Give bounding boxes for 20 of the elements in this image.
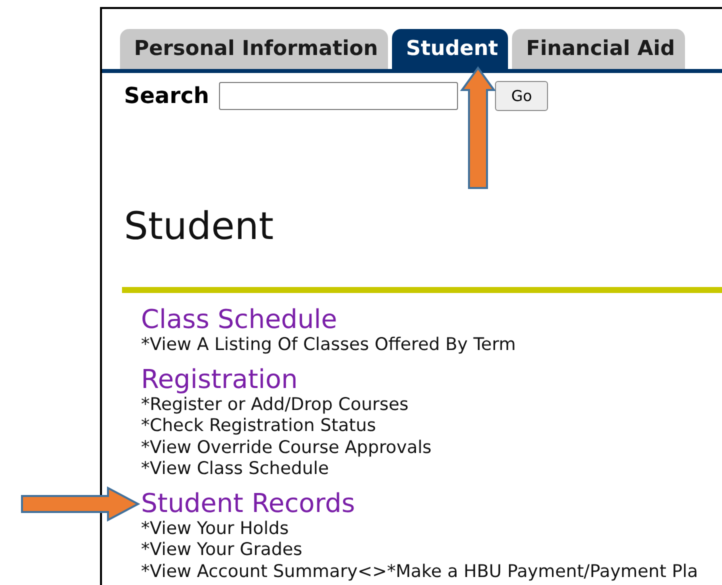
page-heading: Student (124, 203, 275, 249)
go-button[interactable]: Go (495, 81, 548, 111)
menu-link[interactable]: *View A Listing Of Classes Offered By Term (141, 335, 516, 356)
menu-link[interactable]: *View Class Schedule (141, 459, 329, 480)
menu-link[interactable]: *Check Registration Status (141, 416, 376, 438)
section-link[interactable]: Registration (141, 364, 298, 394)
section-link[interactable]: Student Records (141, 488, 355, 518)
menu-link[interactable]: *View Override Course Approvals (141, 438, 432, 459)
menu-link[interactable]: *View Your Grades (141, 540, 302, 562)
menu-link[interactable]: *View Your Holds (141, 518, 289, 540)
menu-link[interactable]: *View Account Summary<>*Make a HBU Payment/Payment Pla (141, 562, 698, 583)
search-field[interactable] (219, 82, 458, 110)
nav-tab[interactable]: Financial Aid (512, 29, 685, 69)
right-arrow-icon (21, 486, 140, 522)
nav-tab[interactable]: Personal Information (120, 29, 388, 69)
search-label: Search (124, 84, 210, 108)
nav-tab[interactable]: Student (392, 29, 508, 69)
up-arrow-icon (460, 66, 496, 189)
menu-link[interactable]: *Register or Add/Drop Courses (141, 394, 408, 416)
section-link[interactable]: Class Schedule (141, 305, 338, 335)
